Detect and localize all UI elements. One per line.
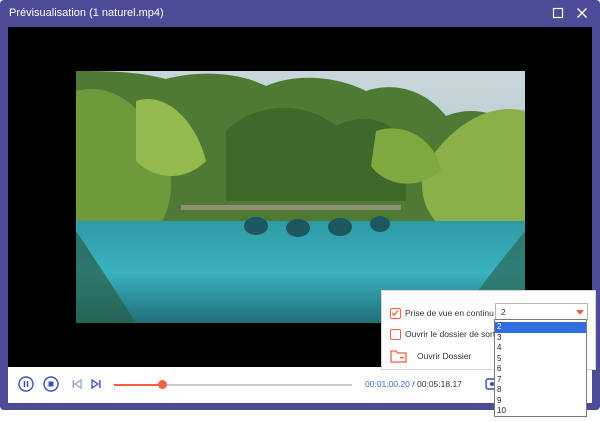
next-button[interactable]	[88, 376, 104, 392]
pause-button[interactable]	[18, 376, 34, 392]
title-bar[interactable]: Prévisualisation (1 naturel.mp4)	[0, 0, 600, 27]
burst-option-4[interactable]: 4	[495, 343, 586, 354]
stop-icon	[43, 376, 59, 392]
video-frame-image	[76, 71, 525, 323]
time-readout: 00:01:00.20 / 00:05:18.17	[365, 379, 462, 389]
burst-option-7[interactable]: 7	[495, 375, 586, 386]
burst-count-select[interactable]: 2	[495, 303, 588, 320]
progress-fill	[114, 384, 163, 386]
folder-icon	[390, 349, 407, 363]
maximize-icon	[552, 7, 564, 19]
continuous-capture-label: Prise de vue en continu	[405, 308, 494, 318]
chevron-down-icon	[576, 310, 584, 315]
maximize-button[interactable]	[550, 5, 566, 21]
burst-option-8[interactable]: 8	[495, 385, 586, 396]
burst-count-value: 2	[501, 307, 506, 317]
time-separator: /	[409, 379, 417, 389]
burst-option-3[interactable]: 3	[495, 333, 586, 344]
check-icon	[391, 310, 399, 317]
burst-option-5[interactable]: 5	[495, 354, 586, 365]
open-output-folder-checkbox[interactable]	[390, 329, 401, 340]
burst-option-2[interactable]: 2	[495, 322, 586, 333]
burst-option-10[interactable]: 10	[495, 406, 586, 417]
skip-previous-icon	[72, 378, 82, 390]
close-button[interactable]	[574, 5, 590, 21]
close-icon	[577, 8, 587, 18]
burst-option-9[interactable]: 9	[495, 396, 586, 407]
skip-next-icon	[91, 378, 101, 390]
pause-icon	[18, 376, 34, 392]
current-time: 00:01:00.20	[365, 379, 410, 389]
open-folder-label: Ouvrir Dossier	[417, 351, 472, 361]
open-output-folder-label: Ouvrir le dossier de sortie	[405, 329, 502, 339]
burst-count-dropdown-list: 2 3 4 5 6 7 8 9 10	[494, 319, 587, 417]
progress-handle[interactable]	[158, 380, 168, 389]
window-title: Prévisualisation (1 naturel.mp4)	[9, 7, 164, 19]
burst-option-6[interactable]: 6	[495, 364, 586, 375]
total-time: 00:05:18.17	[417, 379, 462, 389]
video-frame[interactable]	[76, 71, 525, 323]
continuous-capture-checkbox[interactable]	[390, 308, 401, 319]
stop-button[interactable]	[43, 376, 59, 392]
previous-button[interactable]	[69, 376, 85, 392]
